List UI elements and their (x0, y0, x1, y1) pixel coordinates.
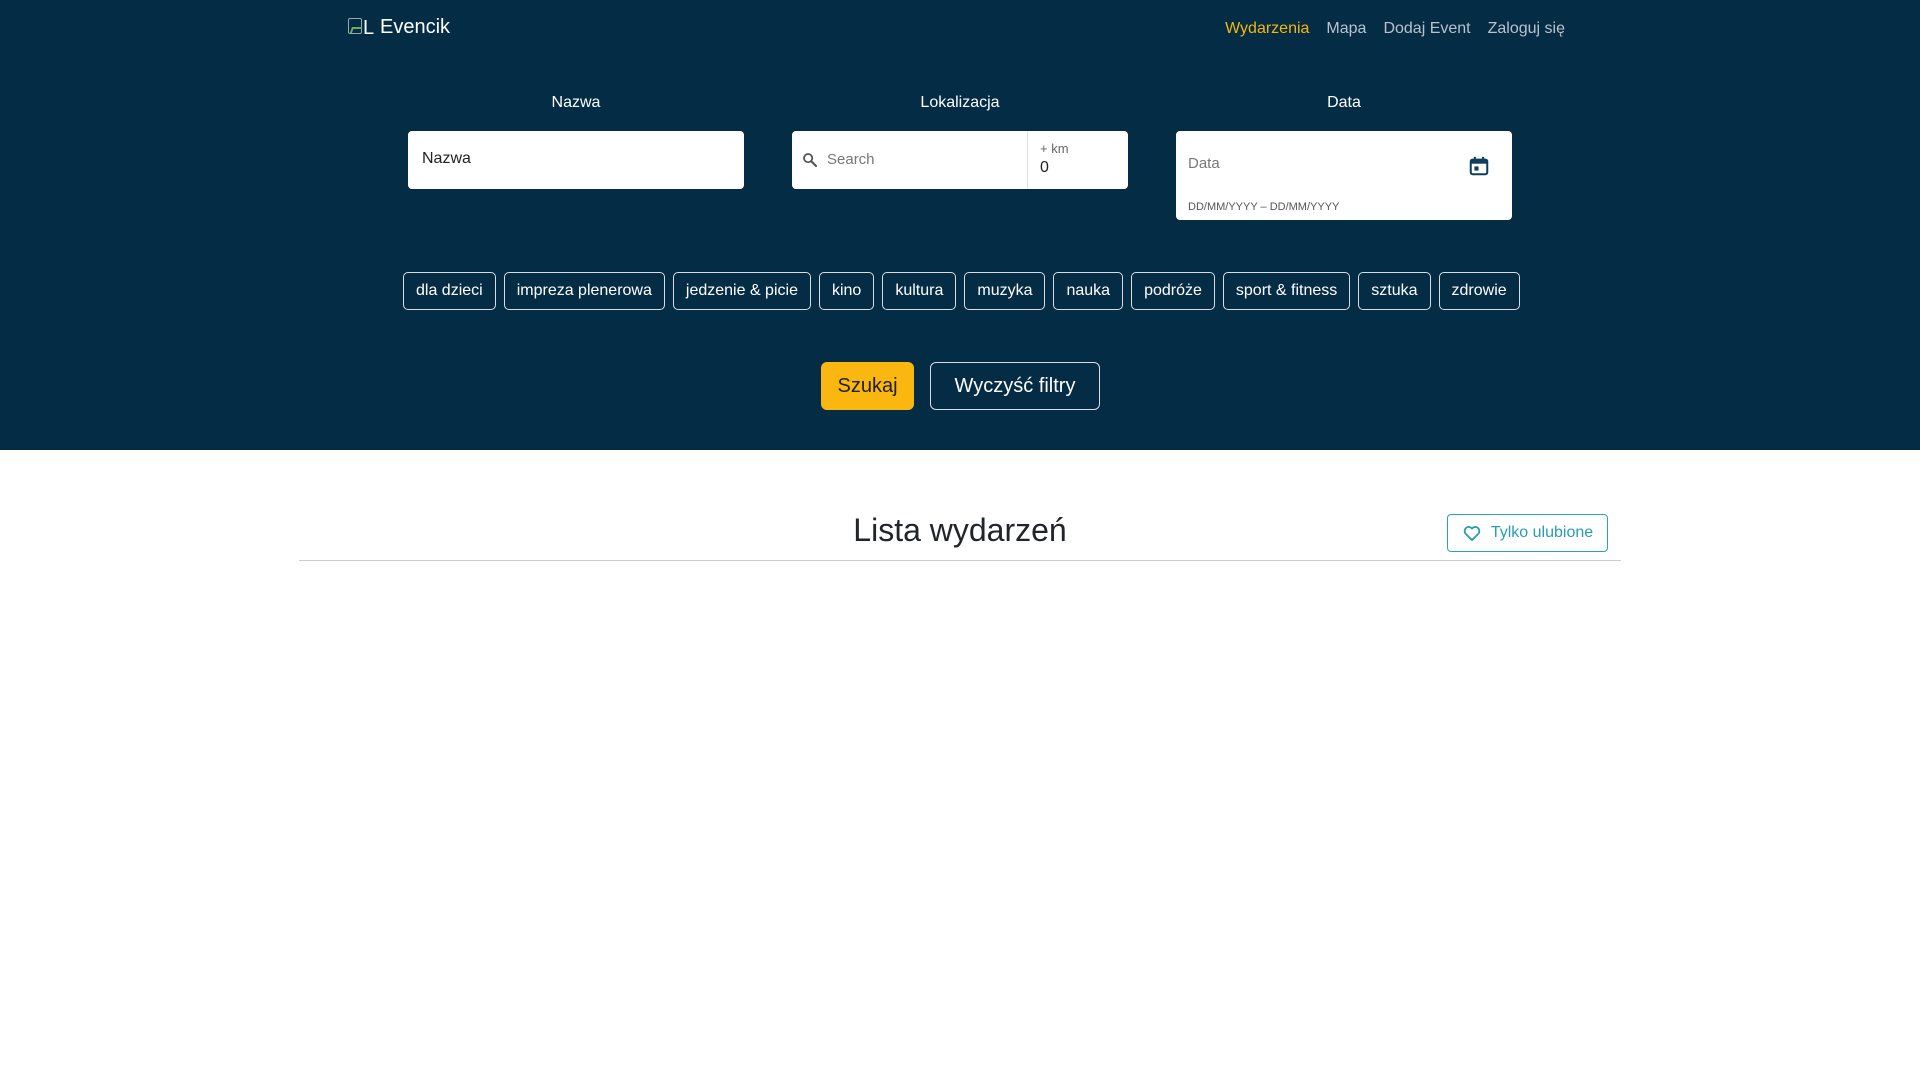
nav-link-map[interactable]: Mapa (1326, 20, 1366, 38)
logo-alt-text: L (363, 16, 375, 39)
calendar-icon[interactable] (1468, 155, 1490, 177)
category-chip[interactable]: muzyka (964, 272, 1046, 310)
nav-link-events[interactable]: Wydarzenia (1225, 20, 1309, 38)
nav-link-add-event[interactable]: Dodaj Event (1383, 20, 1470, 38)
category-chip[interactable]: nauka (1053, 272, 1124, 310)
radius-field[interactable]: + km (1027, 131, 1128, 189)
radius-label: + km (1040, 141, 1069, 156)
category-chip[interactable]: impreza plenerowa (503, 272, 665, 310)
date-filter-label: Data (1327, 94, 1361, 111)
category-chip[interactable]: dla dzieci (403, 272, 496, 310)
heart-icon (1463, 526, 1481, 541)
category-chip[interactable]: sport & fitness (1222, 272, 1351, 310)
name-input[interactable] (422, 150, 722, 168)
brand-name[interactable]: Evencik (380, 16, 450, 39)
search-button[interactable]: Szukaj (821, 362, 914, 410)
logo-image: L (348, 17, 378, 39)
date-range-field[interactable]: Data DD/MM/YYYY – DD/MM/YYYY (1176, 131, 1512, 220)
divider (299, 560, 1621, 561)
category-chip[interactable]: kultura (882, 272, 957, 310)
hero-section: L Evencik Wydarzenia Mapa Dodaj Event Za… (0, 0, 1920, 450)
favorites-only-label: Tylko ulubione (1490, 524, 1594, 541)
category-chip[interactable]: jedzenie & picie (672, 272, 811, 310)
date-format-hint: DD/MM/YYYY – DD/MM/YYYY (1188, 201, 1340, 213)
location-search-input[interactable] (827, 151, 1017, 168)
brand[interactable]: L Evencik (348, 16, 450, 39)
category-chip[interactable]: zdrowie (1438, 272, 1520, 310)
category-chip[interactable]: kino (818, 272, 875, 310)
category-chip[interactable]: podróże (1131, 272, 1215, 310)
name-field[interactable] (408, 131, 744, 189)
date-placeholder: Data (1188, 155, 1220, 172)
broken-image-icon (348, 17, 362, 34)
location-filter-label: Lokalizacja (920, 94, 1000, 111)
favorites-only-button[interactable]: Tylko ulubione (1447, 514, 1608, 552)
radius-input[interactable] (1040, 159, 1120, 177)
category-chips: dla dzieci impreza plenerowa jedzenie & … (403, 272, 1520, 310)
page-title: Lista wydarzeń (853, 512, 1067, 548)
name-filter-label: Nazwa (551, 94, 601, 111)
main-nav: Wydarzenia Mapa Dodaj Event Zaloguj się (1225, 20, 1565, 38)
search-icon (803, 153, 818, 168)
clear-filters-button[interactable]: Wyczyść filtry (930, 362, 1100, 410)
category-chip[interactable]: sztuka (1358, 272, 1431, 310)
nav-link-login[interactable]: Zaloguj się (1488, 20, 1565, 38)
location-field[interactable] (792, 131, 1027, 189)
